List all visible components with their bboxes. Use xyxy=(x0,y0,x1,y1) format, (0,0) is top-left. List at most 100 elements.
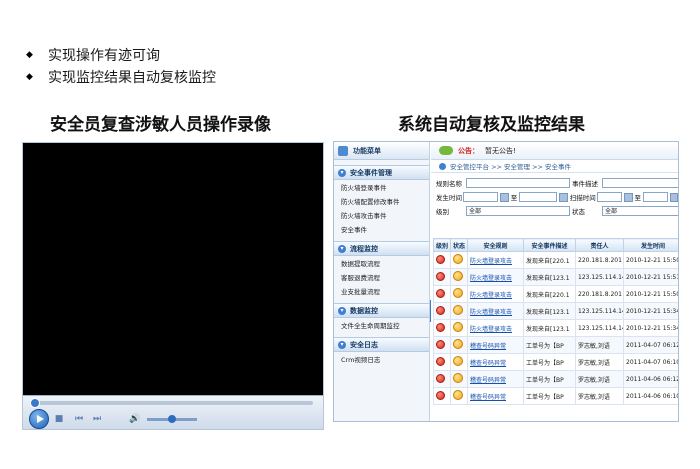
status-cell xyxy=(450,268,468,286)
rule-name-input[interactable] xyxy=(466,178,570,188)
rule-cell[interactable]: 防火墙登录攻击 xyxy=(467,285,524,303)
rule-cell[interactable]: 稽查号码异常 xyxy=(467,370,524,388)
table-row[interactable]: 稽查号码异常 工单号为【BP 罗志敏,刘语 2011-04-06 06:10 xyxy=(433,387,678,405)
bullet-list: ◆ 实现操作有迹可询 ◆ 实现监控结果自动复核监控 xyxy=(26,44,216,88)
sidebar: 功能菜单 ▾ 安全事件管理 防火墙登录事件 防火墙配置修改事件 防火墙攻击事件 … xyxy=(334,142,430,421)
calendar-icon[interactable] xyxy=(559,192,568,202)
occur-time-end-input[interactable] xyxy=(519,192,558,202)
status-cell xyxy=(450,251,468,269)
rule-link[interactable]: 防火墙登录攻击 xyxy=(470,309,512,316)
sidebar-item[interactable]: 防火墙攻击事件 xyxy=(334,208,429,222)
level-select[interactable]: 全部 xyxy=(466,206,570,216)
player-controls: ■ ⏮ ⏭ 🔊 xyxy=(23,395,323,429)
alert-level-icon xyxy=(436,271,445,281)
sidebar-item[interactable]: 安全事件 xyxy=(334,222,429,236)
video-screen[interactable] xyxy=(23,143,323,395)
table-row[interactable]: 防火墙登录攻击 发现来自[220.1 220.181.8.201 2010-12-21… xyxy=(433,251,678,269)
next-icon[interactable]: ⏭ xyxy=(91,413,103,425)
table-row[interactable]: 防火墙登录攻击 发现来自[123.1123.125.114.1442010-12-… xyxy=(433,268,678,286)
volume-icon[interactable]: 🔊 xyxy=(129,413,141,425)
table-row[interactable]: 防火墙登录攻击 发现来自[123.1123.125.114.1442010-12-… xyxy=(433,319,678,337)
rule-link[interactable]: 防火墙登录攻击 xyxy=(470,258,512,265)
rule-link[interactable]: 稽查号码异常 xyxy=(470,377,506,384)
bullet-text: 实现监控结果自动复核监控 xyxy=(48,70,216,86)
sidebar-item[interactable]: 数据提取流程 xyxy=(334,256,429,270)
rule-name-label: 规则名称 xyxy=(436,180,462,188)
column-header[interactable]: 安全规则 xyxy=(467,238,524,252)
diamond-bullet-icon: ◆ xyxy=(26,72,33,82)
stop-icon[interactable]: ■ xyxy=(53,413,65,425)
rule-cell[interactable]: 防火墙登录攻击 xyxy=(467,302,524,320)
column-header[interactable]: 发生时间 xyxy=(623,238,678,252)
calendar-icon[interactable] xyxy=(624,192,633,202)
events-table: 级别 状态 安全规则 安全事件描述 责任人 发生时间 防火墙登录攻击 发现来自[2… xyxy=(433,238,678,405)
time-cell: 2010-12-21 15:34 xyxy=(623,319,678,337)
column-header[interactable]: 级别 xyxy=(433,238,451,252)
event-desc-input[interactable] xyxy=(602,178,678,188)
scan-time-start-input[interactable] xyxy=(596,192,623,202)
rule-link[interactable]: 防火墙登录攻击 xyxy=(470,275,512,282)
alert-level-icon xyxy=(436,390,445,400)
sidebar-group-security-events[interactable]: ▾ 安全事件管理 xyxy=(334,165,429,180)
sidebar-group-process-monitoring[interactable]: ▾ 流程监控 xyxy=(334,241,429,256)
sidebar-item[interactable]: 文件全生命周期监控 xyxy=(334,318,429,332)
previous-icon[interactable]: ⏮ xyxy=(73,413,85,425)
sidebar-item[interactable]: 防火墙配置修改事件 xyxy=(334,194,429,208)
column-header[interactable]: 责任人 xyxy=(575,238,624,252)
rule-cell[interactable]: 防火墙登录攻击 xyxy=(467,319,524,337)
owner-cell: 罗志敏,刘语 xyxy=(575,353,624,371)
play-button[interactable] xyxy=(29,409,49,429)
diamond-bullet-icon: ◆ xyxy=(26,50,33,60)
volume-slider[interactable] xyxy=(147,415,197,423)
sidebar-item[interactable]: 业支批量流程 xyxy=(334,284,429,298)
calendar-icon[interactable] xyxy=(500,192,509,202)
notice-text: 暂无公告! xyxy=(485,146,516,155)
table-row[interactable]: 稽查号码异常 工单号为【BP 罗志敏,刘语 2011-04-07 06:10 xyxy=(433,353,678,371)
chevron-down-icon: ▾ xyxy=(338,244,346,253)
status-cell xyxy=(450,302,468,320)
seek-thumb[interactable] xyxy=(30,398,40,408)
owner-cell: 罗志敏,刘语 xyxy=(575,387,624,405)
rule-cell[interactable]: 防火墙登录攻击 xyxy=(467,268,524,286)
status-select[interactable]: 全部 xyxy=(602,206,678,216)
time-cell: 2011-04-06 06:10 xyxy=(623,387,678,405)
rule-link[interactable]: 防火墙登录攻击 xyxy=(470,326,512,333)
table-row[interactable]: 稽查号码异常 工单号为【BP 罗志敏,刘语 2011-04-07 06:12 xyxy=(433,336,678,354)
rule-cell[interactable]: 稽查号码异常 xyxy=(467,387,524,405)
event-desc-label: 事件描述 xyxy=(572,180,598,188)
table-row[interactable]: 稽查号码异常 工单号为【BP 罗志敏,刘语 2011-04-06 06:12 xyxy=(433,370,678,388)
rule-cell[interactable]: 防火墙登录攻击 xyxy=(467,251,524,269)
status-icon xyxy=(453,322,463,332)
chevron-down-icon: ▾ xyxy=(338,168,346,177)
rule-link[interactable]: 防火墙登录攻击 xyxy=(470,292,512,299)
sidebar-group-data-monitoring[interactable]: ▾ 数据监控 xyxy=(334,303,429,318)
sidebar-group-security-log[interactable]: ▾ 安全日志 xyxy=(334,337,429,352)
column-header[interactable]: 安全事件描述 xyxy=(523,238,576,252)
rule-link[interactable]: 稽查号码异常 xyxy=(470,343,506,350)
column-header[interactable]: 状态 xyxy=(450,238,468,252)
sidebar-header: 功能菜单 xyxy=(334,142,429,160)
owner-cell: 罗志敏,刘语 xyxy=(575,370,624,388)
sidebar-item[interactable]: 客服退费流程 xyxy=(334,270,429,284)
sidebar-group-title: 安全日志 xyxy=(350,340,378,349)
rule-link[interactable]: 稽查号码异常 xyxy=(470,360,506,367)
calendar-icon[interactable] xyxy=(669,192,678,202)
rule-cell[interactable]: 稽查号码异常 xyxy=(467,353,524,371)
table-row[interactable]: 防火墙登录攻击 发现来自[220.1 220.181.8.201 2010-12-21… xyxy=(433,285,678,303)
owner-cell: 罗志敏,刘语 xyxy=(575,336,624,354)
right-section-heading: 系统自动复核及监控结果 xyxy=(398,115,585,135)
alert-level-icon xyxy=(436,288,445,298)
seek-bar[interactable] xyxy=(30,398,313,408)
time-cell: 2010-12-21 15:50 xyxy=(623,285,678,303)
status-cell xyxy=(450,353,468,371)
rule-cell[interactable]: 稽查号码异常 xyxy=(467,336,524,354)
occur-time-start-input[interactable] xyxy=(462,192,499,202)
sidebar-item[interactable]: Crm视频日志 xyxy=(334,352,429,366)
level-cell xyxy=(433,387,451,405)
sidebar-item[interactable]: 防火墙登录事件 xyxy=(334,180,429,194)
table-row[interactable]: 防火墙登录攻击 发现来自[123.1123.125.114.1442010-12-… xyxy=(433,302,678,320)
rule-link[interactable]: 稽查号码异常 xyxy=(470,394,506,401)
time-cell: 2011-04-07 06:12 xyxy=(623,336,678,354)
scan-time-end-input[interactable] xyxy=(643,192,668,202)
volume-knob[interactable] xyxy=(168,415,176,423)
